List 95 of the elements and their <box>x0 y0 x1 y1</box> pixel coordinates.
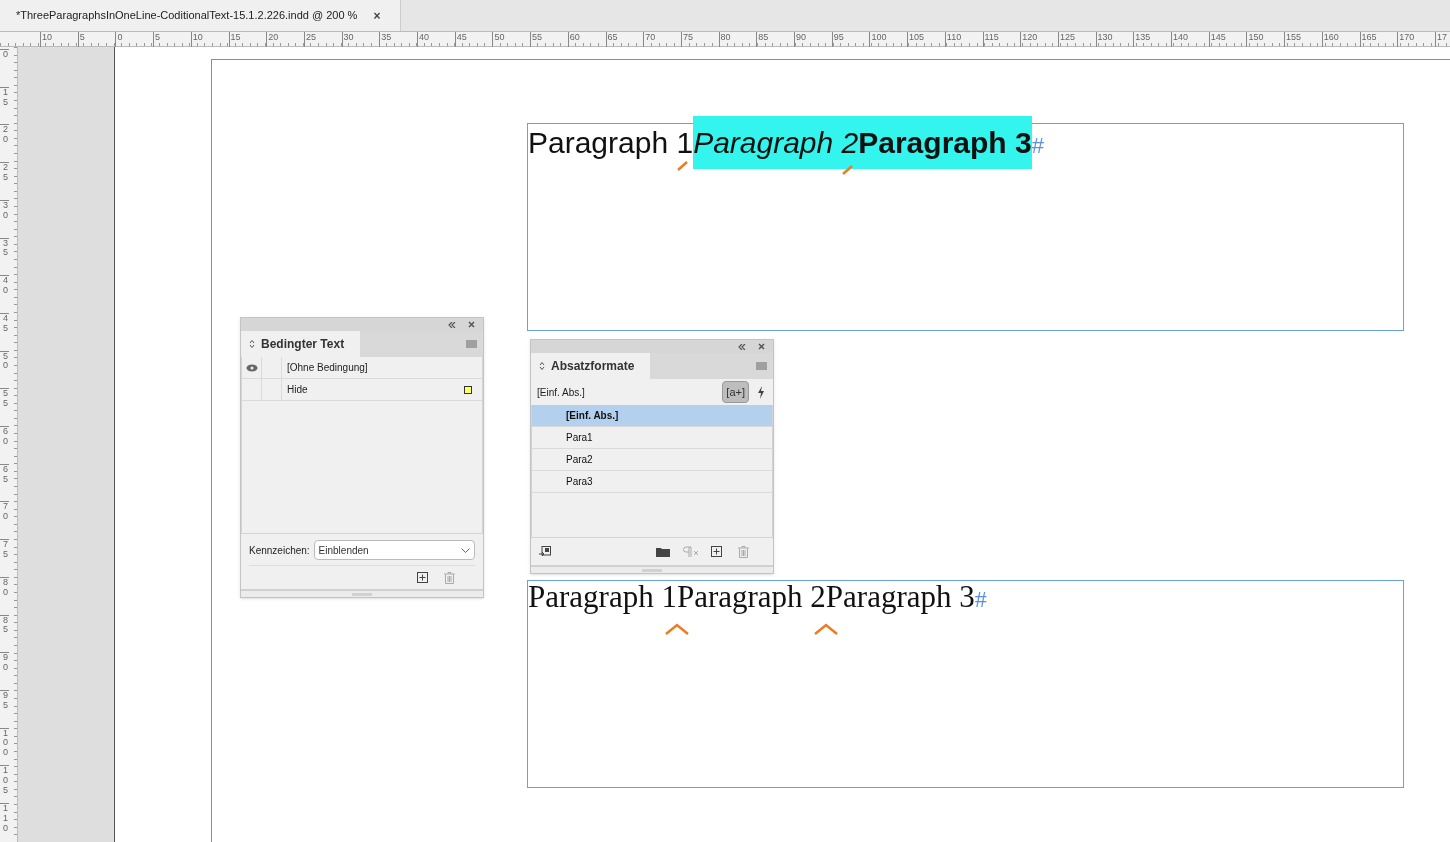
updown-icon <box>249 339 255 349</box>
ruler-label: 100 <box>869 32 887 47</box>
close-icon[interactable] <box>758 343 765 350</box>
new-style-button[interactable]: [a+] <box>722 381 749 403</box>
ruler-label: 20 <box>266 32 279 47</box>
load-styles-icon[interactable] <box>539 545 551 558</box>
ruler-label: 60 <box>0 426 9 447</box>
paragraph-text: Paragraph 3 <box>825 578 975 616</box>
ruler-label: 17 <box>1434 32 1447 47</box>
ruler-label: 40 <box>0 275 9 296</box>
ruler-label: 110 <box>944 32 962 47</box>
ruler-label: 145 <box>1208 32 1226 47</box>
ruler-label: 95 <box>0 689 9 711</box>
ruler-label: 80 <box>0 576 9 598</box>
ruler-label: 0 <box>0 49 9 60</box>
ruler-label: 10 <box>190 32 203 47</box>
ruler-label: 130 <box>1095 32 1113 47</box>
ruler-label: 55 <box>0 388 9 410</box>
ruler-label: 65 <box>0 463 9 485</box>
ruler-label: 15 <box>0 86 9 108</box>
condition-name: [Ohne Bedingung] <box>287 361 369 375</box>
panel-tab[interactable]: Absatzformate <box>531 353 651 379</box>
ruler-label: 60 <box>567 32 580 47</box>
indicator-dropdown[interactable]: Einblenden <box>313 540 475 560</box>
ruler-label: 45 <box>454 32 467 47</box>
updown-icon <box>539 361 545 371</box>
ruler-label: 120 <box>1020 32 1038 47</box>
ruler-label: 165 <box>1359 32 1377 47</box>
condition-name: Hide <box>287 383 309 397</box>
ruler-label: 50 <box>492 32 505 47</box>
paragraph-text: Paragraph 1 <box>528 574 677 621</box>
paragraph-style-item[interactable]: Para3 <box>532 471 772 493</box>
paragraph-style-item[interactable]: Para1 <box>532 427 772 449</box>
end-of-story-mark: # <box>974 585 987 614</box>
condition-row[interactable]: Hide <box>242 379 482 401</box>
ruler-label: 15 <box>228 32 241 47</box>
collapse-icon[interactable] <box>448 321 456 328</box>
document-title: *ThreeParagraphsInOneLine-CoditionalText-15.1.2.226.indd @ 200 % <box>16 8 358 24</box>
ruler-label: 50 <box>0 350 9 372</box>
ruler-label: 105 <box>907 32 925 47</box>
ruler-label: 65 <box>605 32 618 47</box>
close-button[interactable]: × <box>373 6 381 25</box>
ruler-label: 115 <box>982 32 999 47</box>
paragraph-text: Paragraph 1 <box>528 120 694 165</box>
document-tab[interactable]: *ThreeParagraphsInOneLine-CoditionalText-15.1.2.226.indd @ 200 % × <box>0 0 402 31</box>
ruler-label: 105 <box>0 765 9 796</box>
eye-icon[interactable] <box>245 363 258 372</box>
ruler-label: 150 <box>1246 32 1264 47</box>
new-icon[interactable] <box>711 546 722 557</box>
ruler-label: 170 <box>1397 32 1415 47</box>
ruler-label: 125 <box>1057 32 1075 47</box>
ruler-label: 160 <box>1321 32 1339 47</box>
ruler-label: 35 <box>0 237 9 259</box>
folder-icon[interactable] <box>656 546 670 557</box>
ruler-label: 0 <box>115 32 123 47</box>
paragraph-text: Paragraph 2 <box>676 574 826 621</box>
ruler-label: 25 <box>303 32 316 47</box>
ruler-label: 110 <box>0 803 9 834</box>
ruler-label: 40 <box>417 32 429 47</box>
paragraph-style-item[interactable]: Para2 <box>532 449 772 471</box>
ruler-label: 5 <box>153 32 161 47</box>
close-icon[interactable] <box>468 321 475 328</box>
ruler-label: 140 <box>1171 32 1189 47</box>
condition-row[interactable]: [Ohne Bedingung] <box>242 357 482 379</box>
ruler-label: 85 <box>756 32 769 47</box>
ruler-label: 85 <box>0 614 9 636</box>
end-of-story-mark: # <box>1031 132 1044 160</box>
current-style-label: [Einf. Abs.] <box>537 385 586 400</box>
ruler-label: 30 <box>341 32 354 47</box>
ruler-label: 20 <box>0 124 9 146</box>
paragraph-style-item[interactable]: [Einf. Abs.] <box>532 405 772 427</box>
ruler-label: 75 <box>0 539 9 560</box>
ruler-label: 45 <box>0 312 9 334</box>
new-icon[interactable] <box>417 572 428 583</box>
chevron-down-icon <box>461 547 470 553</box>
indicator-label: Kennzeichen: <box>249 543 310 558</box>
ruler-label: 70 <box>0 501 9 523</box>
text-frame[interactable] <box>527 580 1404 788</box>
ruler-label: 100 <box>0 727 9 759</box>
ruler-label: 95 <box>831 32 844 47</box>
ruler-label: 75 <box>680 32 693 47</box>
ruler-label: 70 <box>643 32 656 47</box>
ruler-label: 90 <box>794 32 806 47</box>
paragraph-text: Paragraph 3 <box>858 116 1032 169</box>
ruler-label: 25 <box>0 162 9 183</box>
collapse-icon[interactable] <box>738 343 746 350</box>
lightning-icon[interactable] <box>757 385 765 399</box>
ruler-label: 90 <box>0 652 9 673</box>
ruler-label: 135 <box>1133 32 1151 47</box>
ruler-label: 30 <box>0 199 9 221</box>
ruler-label: 155 <box>1284 32 1302 47</box>
ruler-label: 35 <box>379 32 392 47</box>
ruler-label: 80 <box>718 32 731 47</box>
ruler-label: 55 <box>530 32 543 47</box>
panel-tab[interactable]: Bedingter Text <box>241 331 361 357</box>
